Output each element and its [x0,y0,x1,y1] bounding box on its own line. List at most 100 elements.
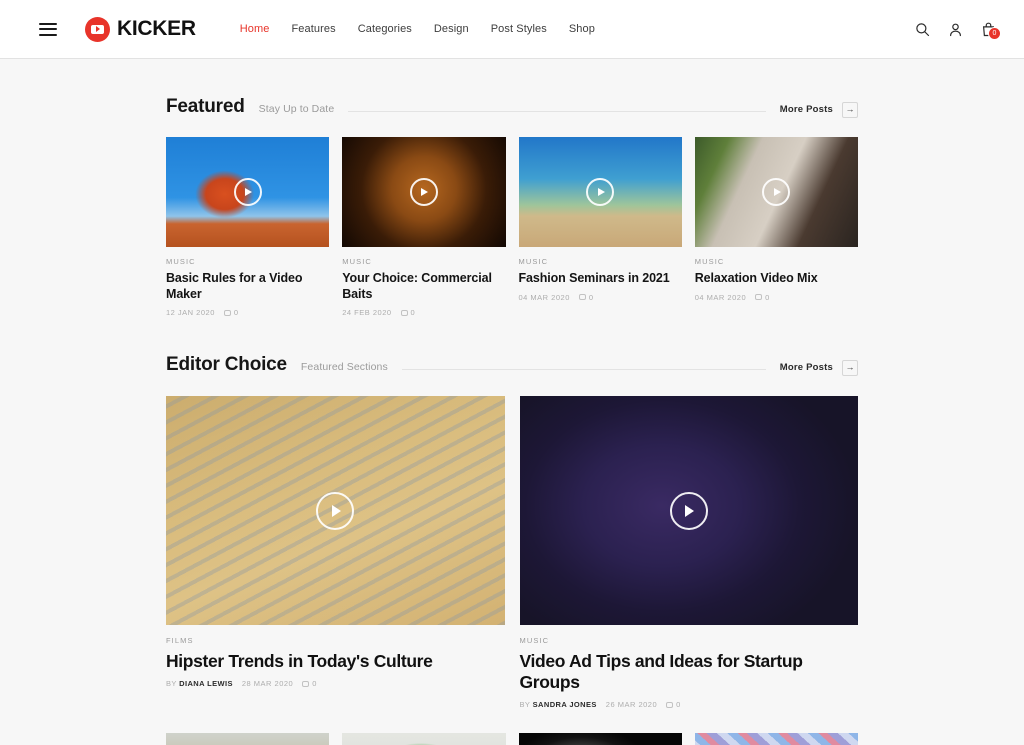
featured-card-category: MUSIC [518,257,549,266]
featured-card-title: Your Choice: Commercial Baits [342,271,492,301]
cart-count-badge: 0 [988,26,1001,40]
featured-card-title: Basic Rules for a Video Maker [166,271,303,301]
featured-card-category: MUSIC [342,257,372,266]
comment-bubble-icon [400,309,408,316]
featured-more-posts-label: More Posts [779,104,833,115]
featured-card[interactable]: MUSIC Your Choice: Commercial Baits 24 F… [342,137,506,317]
bottom-card-thumbnail[interactable] [694,733,858,745]
play-button-icon[interactable] [233,178,262,206]
editor-choice-category: MUSIC [519,636,550,646]
byline-prefix: BY [166,679,177,689]
featured-section-header: Featured Stay Up to Date More Posts → [166,59,858,118]
comment-count-value: 0 [765,292,770,302]
play-button-icon[interactable] [669,491,708,530]
nav-item-post-styles[interactable]: Post Styles [491,23,547,35]
featured-card-title: Relaxation Video Mix [694,271,818,285]
post-byline: BY SANDRA JONES [520,700,597,709]
editor-choice-divider [401,369,766,371]
nav-item-design[interactable]: Design [434,23,469,35]
comment-count: 0 [578,292,594,302]
featured-card-thumbnail[interactable] [518,137,682,247]
nav-item-categories[interactable]: Categories [358,23,412,35]
featured-card-thumbnail[interactable] [342,137,506,247]
byline-prefix: BY [519,700,531,710]
bottom-thumbnail-row [166,733,858,745]
nav-item-features[interactable]: Features [291,23,335,35]
featured-divider [348,111,766,112]
editor-choice-more-posts-button[interactable]: More Posts → [779,359,858,376]
editor-choice-section-header: Editor Choice Featured Sections More Pos… [166,317,858,376]
comment-count: 0 [400,308,415,318]
nav-item-home[interactable]: Home [240,23,270,35]
post-byline: BY DIANA LEWIS [166,679,233,688]
bottom-card-thumbnail[interactable] [518,733,682,745]
byline-author[interactable]: SANDRA JONES [533,700,597,709]
editor-choice-thumbnail[interactable] [166,396,505,626]
hamburger-bar [39,22,57,25]
user-account-icon[interactable] [948,22,963,37]
featured-card-meta: 04 MAR 2020 0 [519,293,682,302]
featured-more-posts-button[interactable]: More Posts → [779,101,858,118]
editor-choice-thumbnail[interactable] [519,396,858,626]
bottom-card-thumbnail[interactable] [342,733,506,745]
post-date: 04 MAR 2020 [694,292,747,302]
post-date: 24 FEB 2020 [342,308,392,318]
comment-bubble-icon [578,294,586,301]
featured-title: Featured [166,96,245,117]
featured-card-meta: 24 FEB 2020 0 [342,308,505,317]
shopping-bag-icon[interactable]: 0 [981,22,1001,40]
content-container: Featured Stay Up to Date More Posts → MU… [166,59,858,745]
featured-card-thumbnail[interactable] [166,137,330,247]
post-date: 26 MAR 2020 [605,700,658,710]
play-button-icon[interactable] [762,178,791,206]
comment-bubble-icon [302,680,310,687]
featured-card-category: MUSIC [166,257,196,266]
hamburger-menu-icon[interactable] [39,22,57,36]
comment-count-value: 0 [312,679,317,689]
header-icon-group: 0 [915,22,1001,40]
editor-choice-more-posts-label: More Posts [779,362,833,374]
featured-card-meta: 12 JAN 2020 0 [166,308,329,317]
comment-count: 0 [755,293,769,302]
search-icon[interactable] [915,22,930,37]
comment-count-value: 0 [410,308,415,318]
logo-text: KICKER [117,17,196,40]
editor-choice-card[interactable]: FILMS Hipster Trends in Today's Culture … [166,396,505,709]
featured-post-grid: MUSIC Basic Rules for a Video Maker 12 J… [166,137,858,317]
site-logo[interactable]: KICKER [85,16,196,42]
editor-choice-meta: BY SANDRA JONES 26 MAR 2020 0 [520,700,859,709]
featured-subtitle: Stay Up to Date [258,103,335,115]
editor-choice-card[interactable]: MUSIC Video Ad Tips and Ideas for Startu… [519,396,859,709]
post-date: 04 MAR 2020 [518,292,570,302]
post-date: 28 MAR 2020 [241,679,294,689]
featured-card[interactable]: MUSIC Fashion Seminars in 2021 04 MAR 20… [518,137,682,317]
play-button-icon[interactable] [409,178,438,206]
comment-bubble-icon [755,294,763,301]
featured-card[interactable]: MUSIC Relaxation Video Mix 04 MAR 2020 0 [694,137,858,317]
featured-card-meta: 04 MAR 2020 0 [695,293,858,302]
editor-choice-title: Editor Choice [166,354,287,376]
comment-count: 0 [223,308,239,318]
play-button-icon[interactable] [316,491,355,530]
main-navigation: Home Features Categories Design Post Sty… [240,23,595,35]
featured-card-thumbnail[interactable] [694,137,858,247]
nav-item-shop[interactable]: Shop [569,23,595,35]
editor-choice-subtitle: Featured Sections [300,361,388,374]
bottom-card-thumbnail[interactable] [166,733,330,745]
comment-count-value: 0 [588,292,594,302]
featured-card[interactable]: MUSIC Basic Rules for a Video Maker 12 J… [166,137,330,317]
byline-author[interactable]: DIANA LEWIS [179,679,233,688]
site-header: KICKER Home Features Categories Design P… [0,0,1024,59]
comment-bubble-icon [666,701,674,708]
featured-card-category: MUSIC [694,257,725,266]
comment-count: 0 [666,700,680,709]
play-button-icon[interactable] [586,178,615,206]
arrow-right-icon: → [842,101,858,118]
comment-count-value: 0 [233,308,239,318]
editor-choice-category: FILMS [166,636,194,646]
featured-card-title: Fashion Seminars in 2021 [518,271,670,285]
editor-choice-title-text: Video Ad Tips and Ideas for Startup Grou… [519,651,803,693]
video-play-logo-icon [85,16,110,42]
page-body: Featured Stay Up to Date More Posts → MU… [0,59,1024,745]
editor-choice-grid: FILMS Hipster Trends in Today's Culture … [166,396,858,709]
